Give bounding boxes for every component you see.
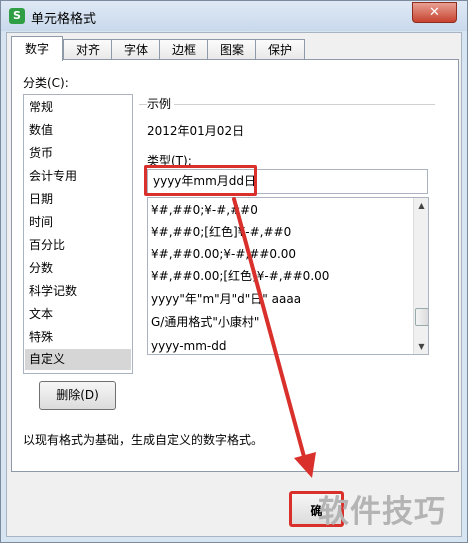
category-item-accounting[interactable]: 会计专用 [25, 166, 131, 187]
tab-protection[interactable]: 保护 [255, 39, 305, 60]
category-item-general[interactable]: 常规 [25, 97, 131, 118]
format-item[interactable]: yyyy"年"m"月"d"日" aaaa [151, 288, 411, 310]
category-list[interactable]: 常规 数值 货币 会计专用 日期 时间 百分比 分数 科学记数 文本 特殊 自定… [23, 94, 133, 374]
format-item[interactable]: yyyy-mm-dd [151, 335, 411, 354]
dialog-title: 单元格格式 [31, 12, 97, 27]
close-button[interactable]: ✕ [412, 2, 457, 23]
app-icon: S [9, 8, 25, 24]
tab-alignment[interactable]: 对齐 [63, 39, 113, 60]
description-text: 以现有格式为基础，生成自定义的数字格式。 [23, 433, 264, 447]
tab-pattern[interactable]: 图案 [207, 39, 257, 60]
highlight-box-type [144, 165, 257, 196]
tab-font[interactable]: 字体 [111, 39, 161, 60]
category-item-date[interactable]: 日期 [25, 189, 131, 210]
category-item-time[interactable]: 时间 [25, 212, 131, 233]
scroll-up-arrow-icon[interactable]: ▲ [414, 198, 428, 213]
format-item[interactable]: ¥#,##0;¥-#,##0 [151, 199, 411, 221]
format-item[interactable]: G/通用格式"小康村" [151, 311, 411, 333]
scroll-thumb[interactable] [415, 308, 428, 326]
format-item[interactable]: ¥#,##0;[红色]¥-#,##0 [151, 221, 411, 243]
category-label: 分类(C): [23, 76, 69, 90]
category-item-currency[interactable]: 货币 [25, 143, 131, 164]
sample-value: 2012年01月02日 [147, 124, 245, 138]
category-item-percentage[interactable]: 百分比 [25, 235, 131, 256]
scroll-down-arrow-icon[interactable]: ▼ [414, 339, 428, 354]
category-item-number[interactable]: 数值 [25, 120, 131, 141]
sample-label: 示例 [147, 95, 175, 112]
category-item-custom[interactable]: 自定义 [25, 349, 131, 370]
format-list-scrollbar[interactable]: ▲ ▼ [413, 198, 428, 354]
category-item-special[interactable]: 特殊 [25, 327, 131, 348]
title-bar: S 单元格格式 ✕ [1, 1, 467, 31]
category-item-text[interactable]: 文本 [25, 304, 131, 325]
format-item[interactable]: ¥#,##0.00;¥-#,##0.00 [151, 243, 411, 265]
tab-number[interactable]: 数字 [11, 36, 63, 61]
delete-button[interactable]: 删除(D) [39, 381, 116, 410]
watermark: 软件技巧 [318, 494, 446, 530]
format-item[interactable]: ¥#,##0.00;[红色]¥-#,##0.00 [151, 265, 411, 287]
category-item-fraction[interactable]: 分数 [25, 258, 131, 279]
format-list[interactable]: ¥#,##0;¥-#,##0 ¥#,##0;[红色]¥-#,##0 ¥#,##0… [147, 197, 429, 355]
tab-border[interactable]: 边框 [159, 39, 209, 60]
category-item-scientific[interactable]: 科学记数 [25, 281, 131, 302]
